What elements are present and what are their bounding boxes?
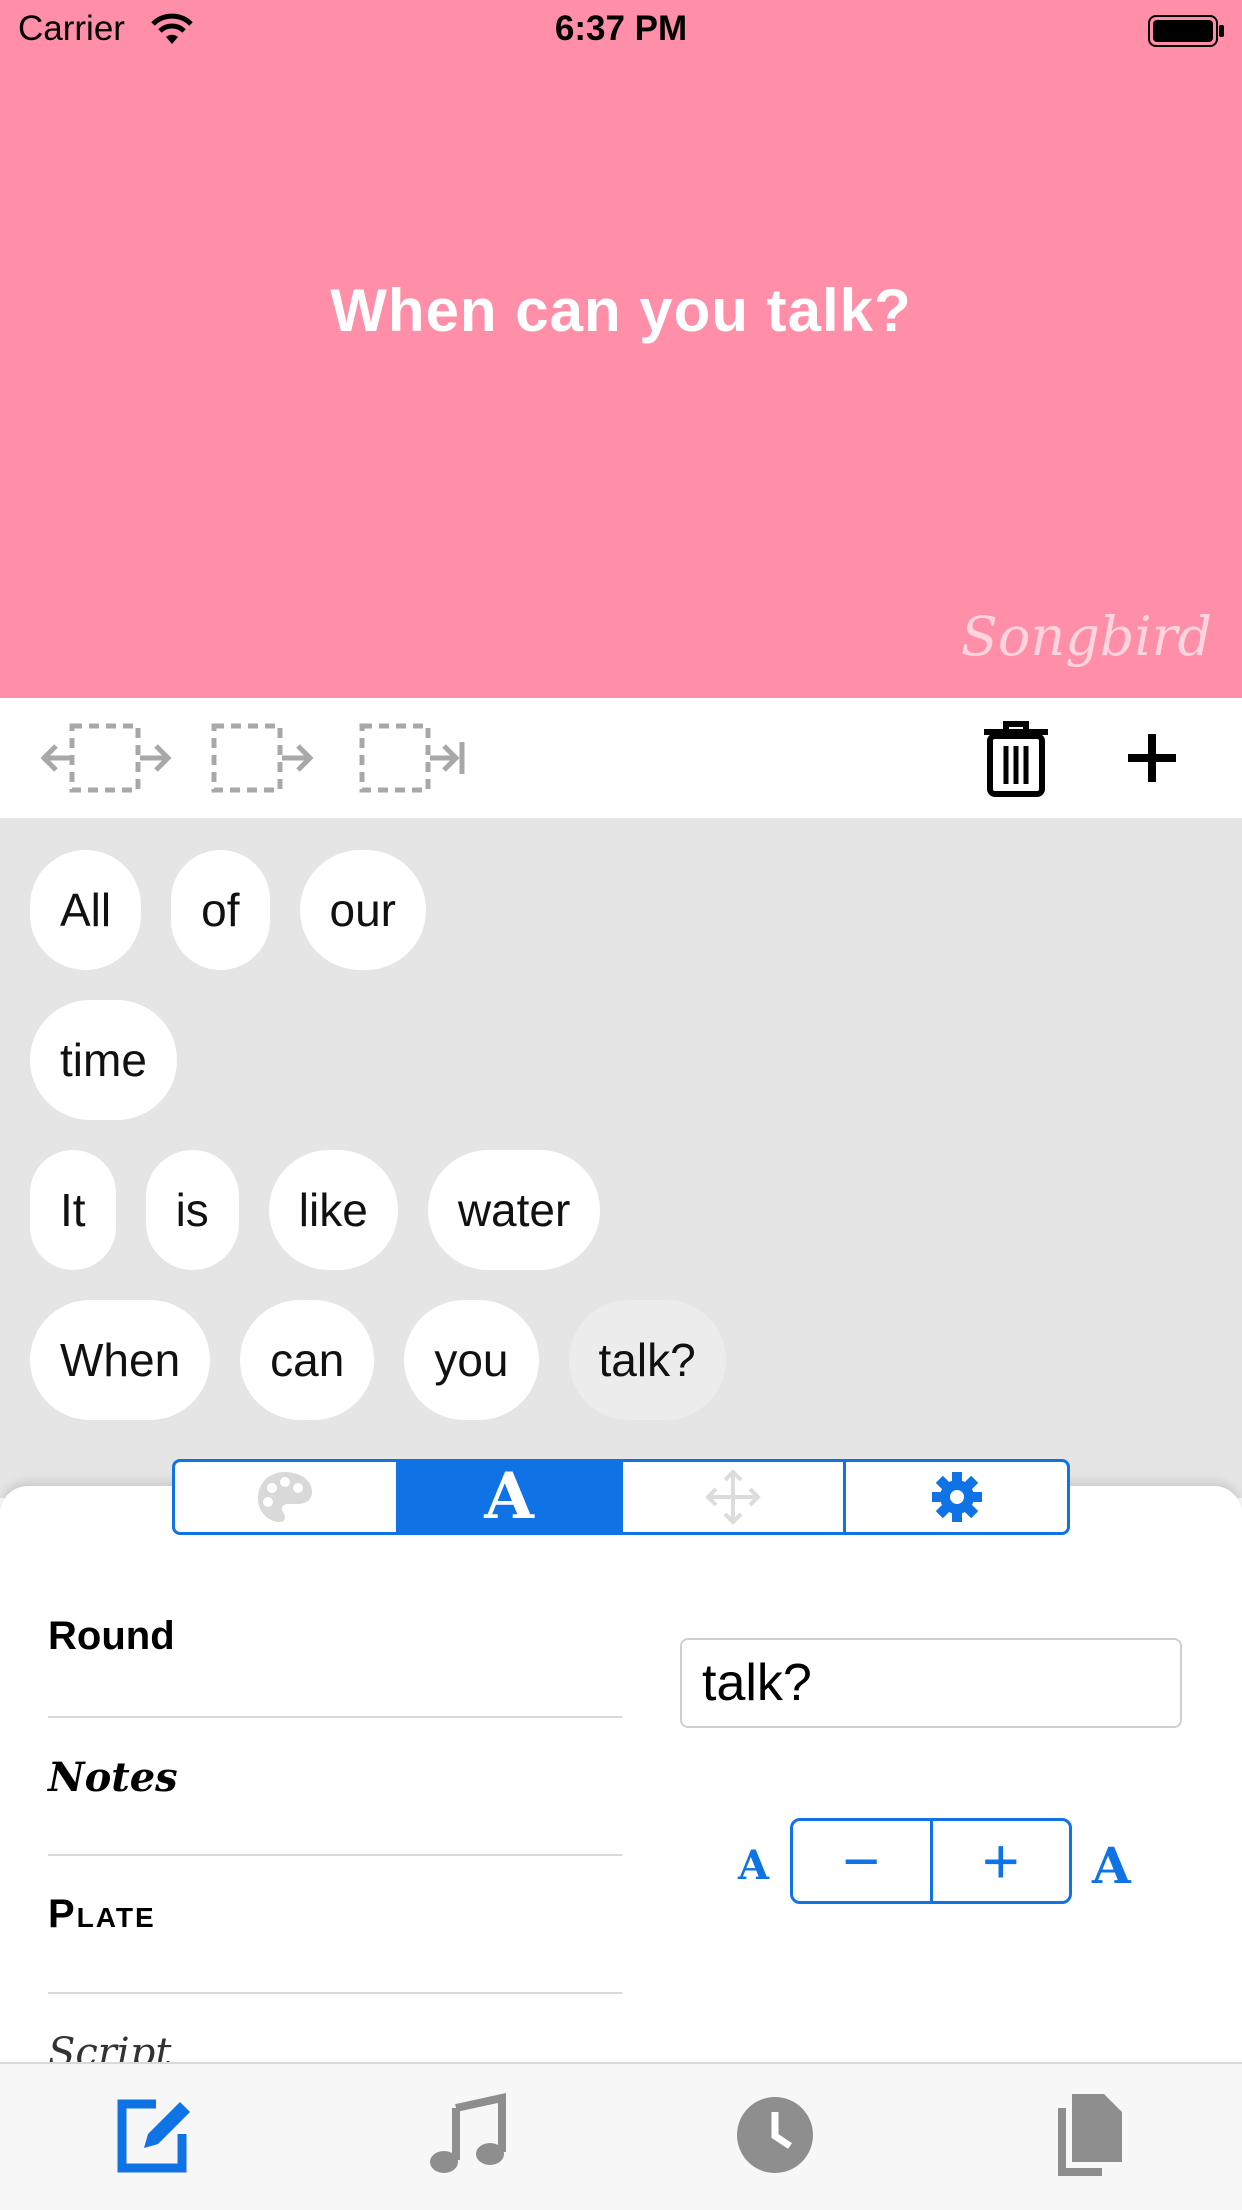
word-chip[interactable]: is <box>145 1150 239 1270</box>
tab-edit[interactable] <box>110 2090 200 2180</box>
tab-font[interactable]: A <box>398 1459 623 1534</box>
word-chip-selected[interactable]: talk? <box>568 1300 726 1420</box>
tab-history[interactable] <box>730 2090 820 2180</box>
font-list: Round Notes Plate Script <box>48 1578 622 2062</box>
battery-icon <box>1148 15 1224 47</box>
tab-music[interactable] <box>422 2090 512 2180</box>
edit-toolbar <box>0 698 1242 818</box>
insert-before-icon[interactable] <box>40 718 174 798</box>
style-panel: Round Notes Plate Script talk? A − + A <box>0 1486 1242 2062</box>
word-chip[interactable]: like <box>268 1150 398 1270</box>
word-chip[interactable]: water <box>427 1150 601 1270</box>
word-chip-area: All of our time It is like water When ca… <box>0 818 1242 1498</box>
font-option-notes[interactable]: Notes <box>48 1718 622 1856</box>
clock-icon <box>737 2097 813 2173</box>
music-note-icon <box>430 2093 506 2173</box>
word-chip[interactable]: you <box>404 1300 539 1420</box>
word-chip[interactable]: can <box>240 1300 375 1420</box>
font-label: Script <box>48 2030 172 2062</box>
font-icon: A <box>484 1459 534 1534</box>
gear-icon <box>931 1472 982 1522</box>
preview-text: When can you talk? <box>330 277 912 344</box>
font-label: Notes <box>48 1754 178 1801</box>
word-text-field[interactable]: talk? <box>680 1638 1182 1728</box>
word-chip[interactable]: All <box>30 850 142 970</box>
songbird-watermark: Songbird <box>960 605 1212 668</box>
small-size-label: A <box>738 1842 770 1889</box>
lyric-line-3: It is like water <box>30 1150 601 1270</box>
palette-icon <box>258 1472 313 1522</box>
font-label: Plate <box>48 1892 156 1936</box>
edit-icon <box>117 2099 190 2173</box>
font-option-script[interactable]: Script <box>48 1994 622 2062</box>
font-option-plate[interactable]: Plate <box>48 1856 622 1994</box>
tab-copy[interactable] <box>1042 2090 1132 2180</box>
font-size-stepper: − + <box>790 1818 1072 1904</box>
word-chip[interactable]: our <box>299 850 426 970</box>
insert-after-icon[interactable] <box>210 718 314 798</box>
lyric-preview: When can you talk? Songbird <box>0 0 1242 698</box>
lyric-line-2: time <box>30 1000 177 1120</box>
lyric-line-4: When can you talk? <box>30 1300 726 1420</box>
clock-time: 6:37 PM <box>554 9 688 48</box>
trash-icon[interactable] <box>980 718 1052 798</box>
tab-color[interactable] <box>175 1462 399 1532</box>
word-chip[interactable]: It <box>30 1150 116 1270</box>
tab-bar <box>0 2062 1242 2210</box>
status-bar: Carrier 6:37 PM <box>0 0 1242 60</box>
tab-settings[interactable] <box>846 1462 1067 1532</box>
move-icon <box>705 1469 761 1525</box>
font-option-round[interactable]: Round <box>48 1578 622 1718</box>
word-chip[interactable]: of <box>171 850 270 970</box>
increase-size-button[interactable]: + <box>933 1821 1070 1901</box>
plus-icon[interactable] <box>1124 718 1180 798</box>
copy-icon <box>1058 2094 1122 2176</box>
word-chip[interactable]: When <box>30 1300 211 1420</box>
decrease-size-button[interactable]: − <box>793 1821 933 1901</box>
insert-end-icon[interactable] <box>358 718 468 798</box>
lyric-line-1: All of our <box>30 850 426 970</box>
tab-move[interactable] <box>623 1462 847 1532</box>
word-chip[interactable]: time <box>30 1000 177 1120</box>
style-segmented-control: A <box>172 1459 1070 1535</box>
font-label: Round <box>48 1614 175 1658</box>
large-size-label: A <box>1092 1836 1131 1895</box>
